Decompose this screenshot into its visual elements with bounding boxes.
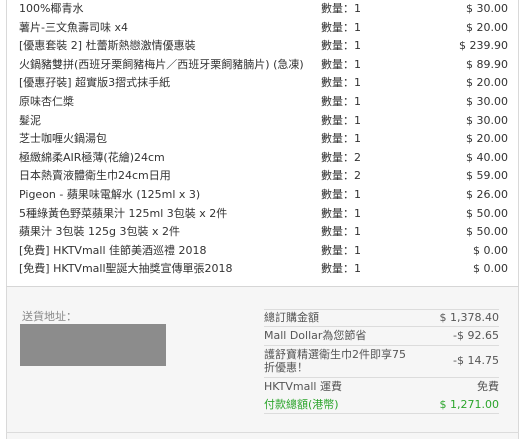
item-name: [免費] HKTVmall聖誕大抽獎宣傳單張2018 — [19, 262, 233, 276]
item-price: $ 50.00 — [466, 206, 508, 220]
shipping-value: 免費 — [477, 380, 499, 393]
item-price: $ 239.90 — [459, 39, 508, 53]
summary-rule — [264, 377, 499, 378]
item-name: 薯片-三文魚壽司味 x4 — [19, 20, 128, 34]
item-price: $ 40.00 — [466, 150, 508, 164]
item-price: $ 50.00 — [466, 225, 508, 239]
order-item-row: 火鍋豬雙拼(西班牙栗飼豬梅片／西班牙栗飼豬腩片) (急凍) 數量：1 $ 89.90 — [14, 56, 508, 75]
item-name: 5種綠黃色野菜蘋果汁 125ml 3包裝 x 2件 — [19, 206, 228, 220]
item-quantity: 數量：1 — [321, 39, 361, 53]
order-item-row: 芝士咖喱火鍋湯包 數量：1 $ 20.00 — [14, 130, 508, 149]
item-quantity: 數量：1 — [321, 113, 361, 127]
order-item-row: 極緻綿柔AIR極薄(花繪)24cm 數量：2 $ 40.00 — [14, 149, 508, 168]
item-price: $ 20.00 — [466, 20, 508, 34]
summary-rule — [264, 309, 499, 310]
item-name: 原味杏仁槳 — [19, 94, 74, 108]
paid-label: 付款總額(港幣) — [264, 398, 339, 411]
address-redacted-block — [20, 324, 166, 366]
order-item-row: 蘋果汁 3包裝 125g 3包裝 x 2件 數量：1 $ 50.00 — [14, 223, 508, 242]
order-item-row: [免費] HKTVmall 佳節美酒巡禮 2018 數量：1 $ 0.00 — [14, 242, 508, 261]
item-quantity: 數量：1 — [321, 206, 361, 220]
order-item-row: 5種綠黃色野菜蘋果汁 125ml 3包裝 x 2件 數量：1 $ 50.00 — [14, 205, 508, 224]
item-name: Pigeon - 蘋果味電解水 (125ml x 3) — [19, 187, 201, 201]
summary-rule — [264, 326, 499, 327]
item-price: $ 30.00 — [466, 113, 508, 127]
order-item-row: 原味杏仁槳 數量：1 $ 30.00 — [14, 93, 508, 112]
shipping-label: HKTVmall 運費 — [264, 380, 342, 393]
address-label: 送貨地址： — [22, 310, 77, 323]
order-item-row: 髮泥 數量：1 $ 30.00 — [14, 112, 508, 131]
item-price: $ 89.90 — [466, 57, 508, 71]
total-value: $ 1,378.40 — [439, 311, 499, 324]
item-price: $ 20.00 — [466, 132, 508, 146]
item-name: [免費] HKTVmall 佳節美酒巡禮 2018 — [19, 243, 207, 257]
order-item-row: [優惠孖裝] 超實版3摺式抹手紙 數量：1 $ 20.00 — [14, 74, 508, 93]
item-quantity: 數量：1 — [321, 262, 361, 276]
panel-bottom-rule — [6, 432, 519, 433]
order-items-list: 100%椰青水 數量：1 $ 30.00 薯片-三文魚壽司味 x4 數量：1 $ 20.0… — [14, 0, 508, 279]
item-quantity: 數量：1 — [321, 76, 361, 90]
item-price: $ 0.00 — [473, 262, 508, 276]
item-name: 蘋果汁 3包裝 125g 3包裝 x 2件 — [19, 225, 180, 239]
order-item-row: 日本熱賣液體衛生巾24cm日用 數量：2 $ 59.00 — [14, 167, 508, 186]
order-item-row: 薯片-三文魚壽司味 x4 數量：1 $ 20.00 — [14, 19, 508, 38]
total-label: 總訂購金額 — [264, 311, 319, 324]
mall-dollar-value: -$ 92.65 — [453, 329, 499, 342]
item-quantity: 數量：1 — [321, 225, 361, 239]
item-price: $ 59.00 — [466, 169, 508, 183]
item-name: [優惠套裝 2] 杜蕾斯熱戀激情優惠裝 — [19, 39, 196, 53]
order-item-row: Pigeon - 蘋果味電解水 (125ml x 3) 數量：1 $ 26.00 — [14, 186, 508, 205]
promo-value: -$ 14.75 — [453, 354, 499, 367]
item-quantity: 數量：2 — [321, 150, 361, 164]
order-item-row: 100%椰青水 數量：1 $ 30.00 — [14, 0, 508, 19]
mall-dollar-label: Mall Dollar為您節省 — [264, 329, 367, 342]
item-quantity: 數量：1 — [321, 2, 361, 15]
item-price: $ 30.00 — [466, 94, 508, 108]
item-quantity: 數量：1 — [321, 187, 361, 201]
item-name: 火鍋豬雙拼(西班牙栗飼豬梅片／西班牙栗飼豬腩片) (急凍) — [19, 57, 304, 71]
order-item-row: [優惠套裝 2] 杜蕾斯熱戀激情優惠裝 數量：1 $ 239.90 — [14, 37, 508, 56]
item-quantity: 數量：1 — [321, 243, 361, 257]
item-name: 極緻綿柔AIR極薄(花繪)24cm — [19, 150, 165, 164]
item-price: $ 0.00 — [473, 243, 508, 257]
item-name: 髮泥 — [19, 113, 41, 127]
item-quantity: 數量：1 — [321, 20, 361, 34]
order-item-row: [免費] HKTVmall聖誕大抽獎宣傳單張2018 數量：1 $ 0.00 — [14, 260, 508, 279]
item-quantity: 數量：1 — [321, 57, 361, 71]
summary-rule — [264, 345, 499, 346]
item-name: 日本熱賣液體衛生巾24cm日用 — [19, 169, 171, 183]
summary-rule — [264, 413, 499, 414]
item-name: 100%椰青水 — [19, 2, 84, 15]
item-price: $ 30.00 — [466, 2, 508, 15]
item-quantity: 數量：1 — [321, 94, 361, 108]
item-price: $ 20.00 — [466, 76, 508, 90]
item-name: [優惠孖裝] 超實版3摺式抹手紙 — [19, 76, 171, 90]
paid-value: $ 1,271.00 — [439, 398, 499, 411]
item-quantity: 數量：1 — [321, 132, 361, 146]
item-quantity: 數量：2 — [321, 169, 361, 183]
item-name: 芝士咖喱火鍋湯包 — [19, 132, 107, 146]
promo-label: 護舒寶精選衛生巾2件即享75折優惠！ — [264, 348, 406, 374]
item-price: $ 26.00 — [466, 187, 508, 201]
